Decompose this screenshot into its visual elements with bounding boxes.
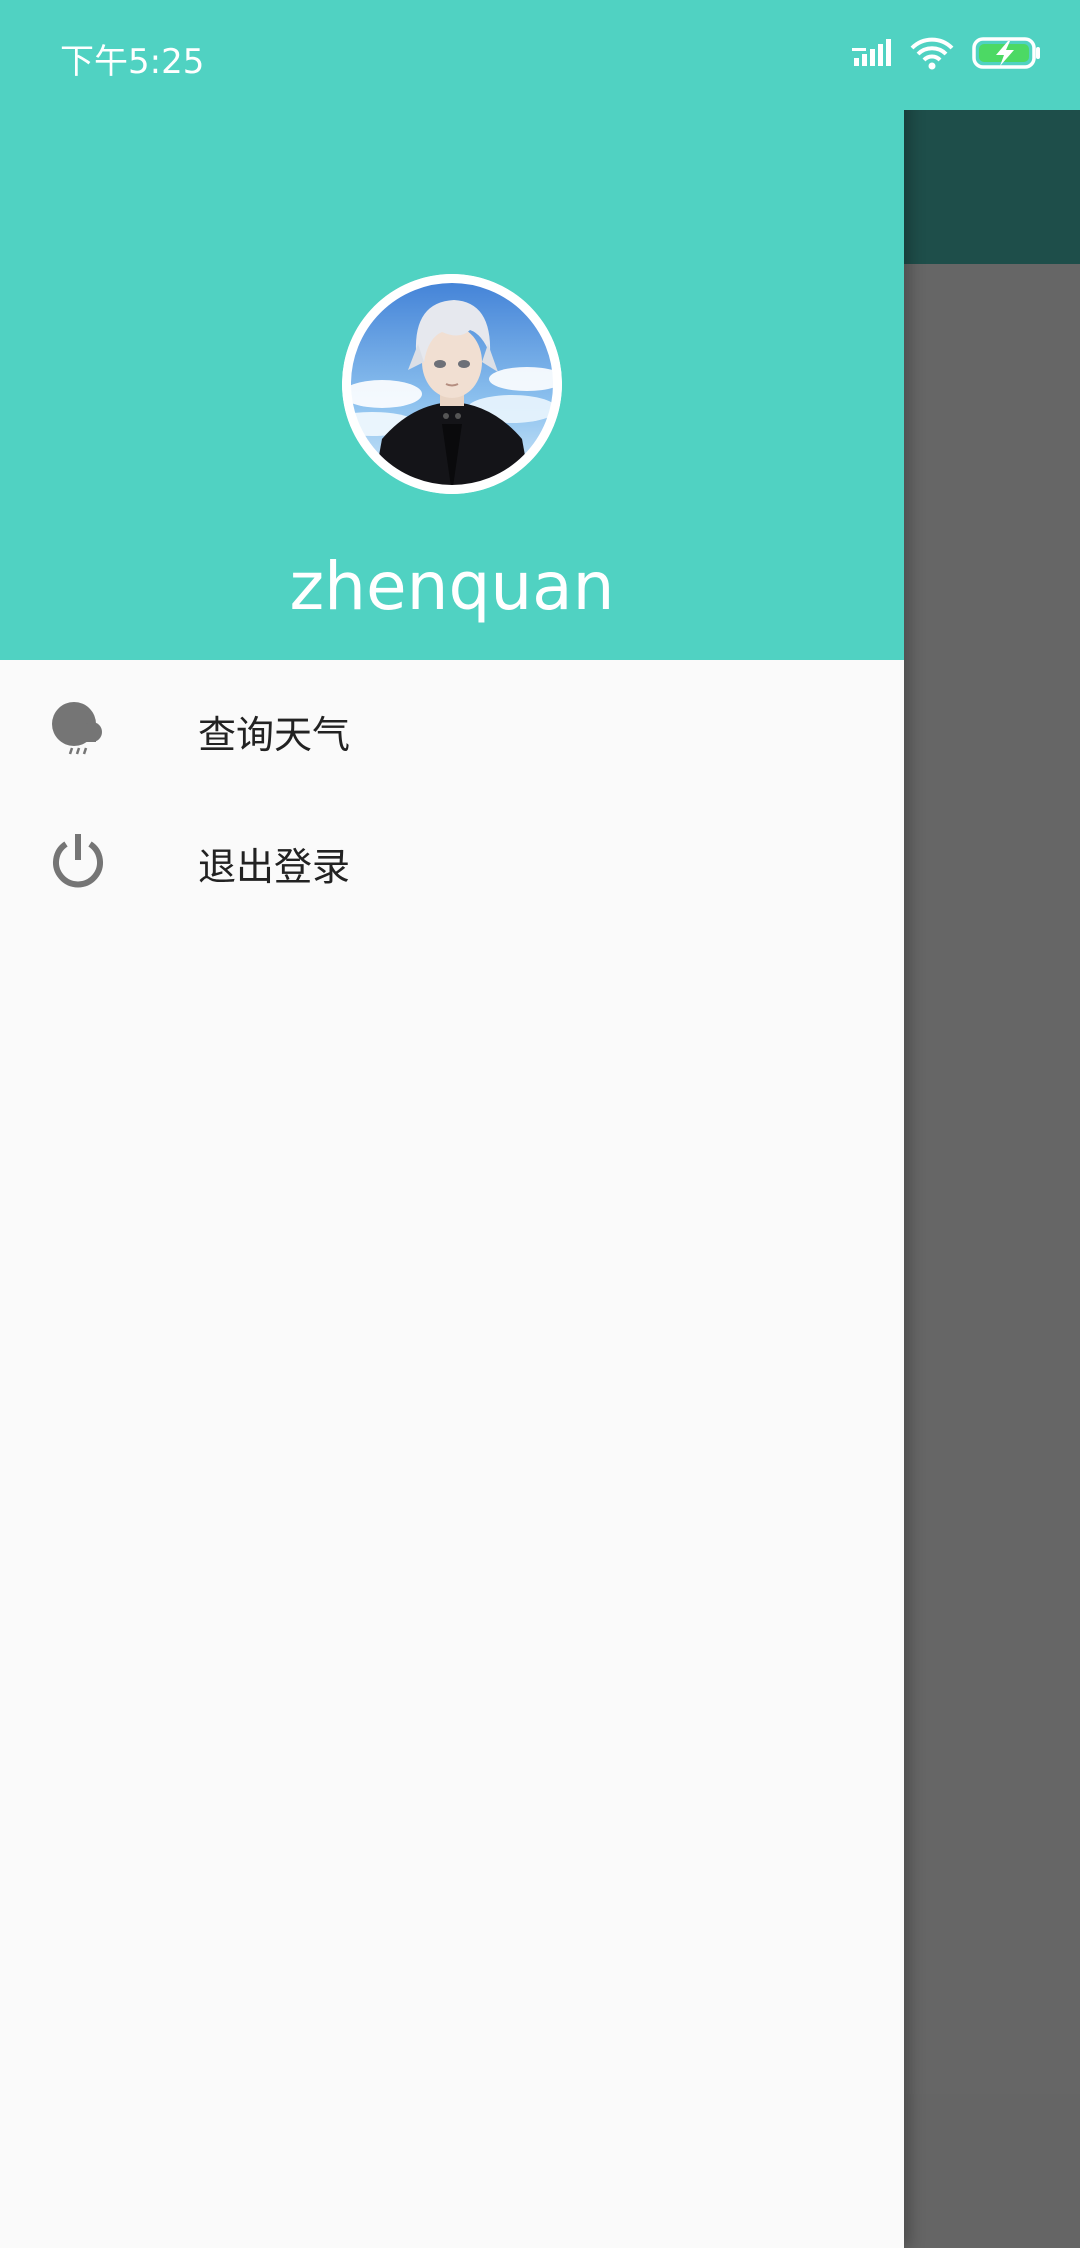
status-time: 下午5:25 bbox=[60, 42, 205, 82]
weather-cloud-icon bbox=[48, 698, 108, 758]
navigation-drawer: zhenquan 查询天气 退出登录 bbox=[0, 0, 904, 2248]
screen: 下午5:25 zhenquan 查询天气 退出登录 bbox=[0, 0, 1080, 2248]
status-bar: 下午5:25 bbox=[0, 0, 1080, 110]
username: zhenquan bbox=[289, 548, 615, 625]
drawer-menu: 查询天气 退出登录 bbox=[0, 660, 904, 924]
status-icons bbox=[852, 36, 1042, 74]
menu-item-label: 查询天气 bbox=[198, 713, 351, 757]
battery-charging-icon bbox=[972, 36, 1042, 74]
power-icon bbox=[48, 830, 108, 890]
menu-item-weather[interactable]: 查询天气 bbox=[0, 660, 904, 792]
avatar[interactable] bbox=[342, 274, 562, 494]
menu-item-logout[interactable]: 退出登录 bbox=[0, 792, 904, 924]
signal-icon bbox=[852, 38, 892, 72]
wifi-icon bbox=[910, 36, 954, 74]
menu-item-label: 退出登录 bbox=[198, 845, 351, 889]
